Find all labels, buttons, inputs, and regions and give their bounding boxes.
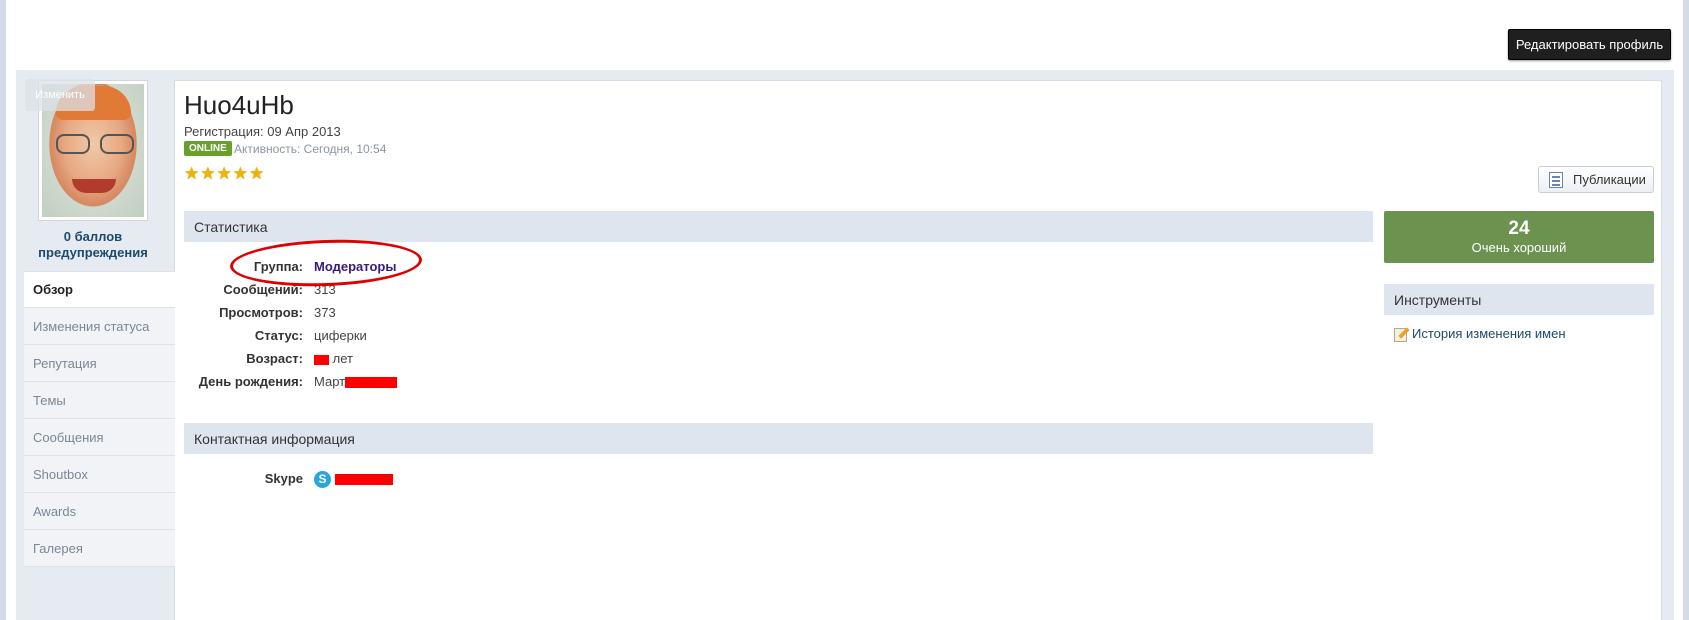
change-avatar-button[interactable]: Изменить <box>25 79 95 111</box>
side-tab-overview[interactable]: Обзор <box>24 271 175 308</box>
stat-label: День рождения: <box>198 374 303 389</box>
star-icon: ★ <box>249 164 265 183</box>
stat-label: Статус: <box>254 328 303 343</box>
registration-date: Регистрация: 09 Апр 2013 <box>184 124 341 139</box>
stat-value-age-wrap: лет <box>314 351 353 366</box>
profile-main-panel <box>174 80 1662 620</box>
edit-profile-button[interactable]: Редактировать профиль <box>1508 29 1671 60</box>
reputation-value: 24 <box>1508 218 1530 239</box>
stat-label: Просмотров: <box>219 305 303 320</box>
redaction-mark <box>314 354 329 365</box>
stat-row-posts: Сообщений: 313 <box>184 282 684 302</box>
stat-row-views: Просмотров: 373 <box>184 305 684 325</box>
reputation-text: Очень хороший <box>1471 240 1567 255</box>
skype-icon: S <box>314 471 331 489</box>
stat-value-status: циферки <box>314 328 367 343</box>
side-tab-topics[interactable]: Темы <box>24 382 175 419</box>
contact-label: Skype <box>264 471 303 486</box>
redaction-mark <box>334 474 393 486</box>
star-icon: ★ <box>232 164 248 183</box>
last-activity: Активность: Сегодня, 10:54 <box>234 142 387 156</box>
contact-row-skype: Skype S <box>184 471 684 491</box>
side-tab-status-updates[interactable]: Изменения статуса <box>24 308 175 345</box>
side-tab-shoutbox[interactable]: Shoutbox <box>24 456 175 493</box>
profile-username: Huo4uHb <box>184 90 294 120</box>
star-icon: ★ <box>184 164 200 183</box>
publications-label: Публикации <box>1573 172 1646 187</box>
publications-button[interactable]: Публикации <box>1538 166 1654 193</box>
side-tab-reputation[interactable]: Репутация <box>24 345 175 382</box>
side-tab-awards[interactable]: Awards <box>24 493 175 530</box>
redaction-mark <box>345 377 398 389</box>
stat-row-birthday: День рождения: Март <box>184 374 684 394</box>
online-status-badge: ONLINE <box>184 141 232 156</box>
reputation-box: 24 Очень хороший <box>1384 211 1654 263</box>
contact-value-skype: S <box>314 471 393 489</box>
stat-label: Возраст: <box>246 351 303 366</box>
stat-row-age: Возраст: лет <box>184 351 684 371</box>
contact-info-header: Контактная информация <box>184 423 1373 454</box>
warning-points: 0 баллов предупреждения <box>38 229 148 260</box>
document-icon <box>1549 171 1563 188</box>
star-icon: ★ <box>200 164 216 183</box>
name-history-label: История изменения имен <box>1412 325 1566 341</box>
rating-stars: ★ ★ ★ ★ ★ <box>184 165 264 182</box>
star-icon: ★ <box>216 164 232 183</box>
stat-value-birthday-wrap: Март <box>314 374 398 389</box>
profile-side-menu: Обзор Изменения статуса Репутация Темы С… <box>24 271 175 567</box>
side-tab-gallery[interactable]: Галерея <box>24 530 175 567</box>
stat-row-status: Статус: циферки <box>184 328 684 348</box>
stat-value-age: лет <box>332 351 353 366</box>
edit-history-icon <box>1392 325 1408 342</box>
stat-value-birthday: Март <box>314 374 346 389</box>
name-history-link[interactable]: История изменения имен <box>1392 325 1566 342</box>
stat-value-views: 373 <box>314 305 336 320</box>
side-tab-posts[interactable]: Сообщения <box>24 419 175 456</box>
statistics-header: Статистика <box>184 211 1373 242</box>
tools-header: Инструменты <box>1384 284 1654 315</box>
